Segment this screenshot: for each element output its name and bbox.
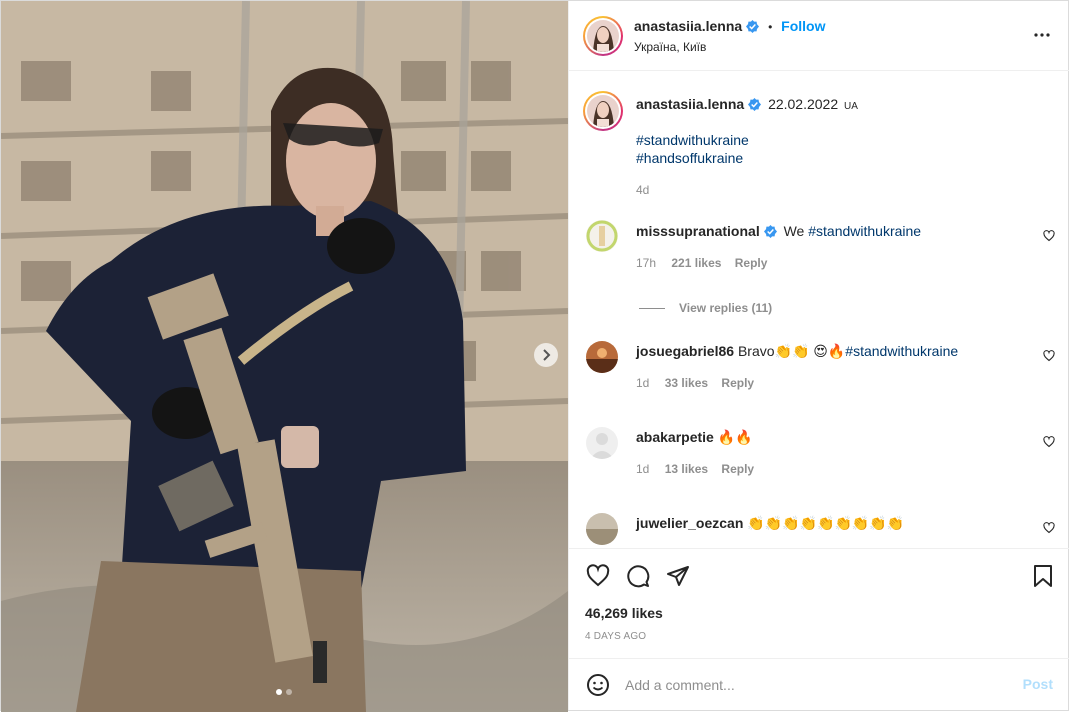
comments-list[interactable]: anastasiia.lenna 22.02.2022 UA #standwit… — [569, 72, 1069, 548]
avatar-image — [586, 220, 618, 252]
next-image-button[interactable] — [534, 343, 558, 367]
view-replies-label: View replies (11) — [679, 301, 773, 315]
comment-time[interactable]: 17h — [636, 256, 656, 270]
view-replies-line — [639, 307, 665, 309]
instagram-post: anastasiia.lenna • Follow Україна, Київ — [0, 0, 1069, 712]
comment-text: Bravo👏👏 😍🔥 — [737, 343, 846, 359]
post-date[interactable]: 4 DAYS AGO — [585, 631, 646, 642]
comment-meta: 1d 33 likes Reply — [636, 376, 754, 390]
avatar-image — [587, 95, 619, 127]
chevron-right-icon — [543, 349, 551, 361]
caption-time[interactable]: 4d — [636, 183, 649, 197]
reply-button[interactable]: Reply — [721, 462, 754, 476]
comment-avatar[interactable] — [586, 220, 618, 252]
follow-button[interactable]: Follow — [781, 18, 825, 34]
post-header: anastasiia.lenna • Follow Україна, Київ — [569, 1, 1069, 71]
carousel-dot — [286, 689, 292, 695]
comment-input[interactable] — [625, 673, 1005, 697]
location-link[interactable]: Україна, Київ — [634, 40, 706, 54]
comment: misssupranational We #standwithukraine — [636, 222, 921, 240]
comment-avatar[interactable] — [586, 513, 618, 545]
post-actions: 46,269 likes 4 DAYS AGO — [569, 548, 1069, 658]
post-comment-button[interactable]: Post — [1023, 676, 1053, 692]
comment-likes[interactable]: 221 likes — [671, 256, 721, 270]
avatar-image — [586, 341, 618, 373]
caption-date: 22.02.2022 — [768, 96, 839, 112]
comment: abakarpetie 🔥🔥 — [636, 428, 753, 446]
post-photo — [1, 1, 568, 712]
comment-hashtag[interactable]: #standwithukraine — [808, 223, 921, 239]
comment-text: We — [783, 223, 809, 239]
heart-icon[interactable] — [1043, 230, 1055, 242]
avatar[interactable] — [583, 16, 623, 56]
comment: juwelier_oezcan 👏👏👏👏👏👏👏👏👏 — [636, 514, 904, 532]
emoji-icon[interactable] — [586, 673, 610, 697]
verified-icon — [746, 20, 760, 33]
carousel-dot-active — [276, 689, 282, 695]
header-separator: • — [768, 20, 773, 34]
likes-count[interactable]: 46,269 likes — [585, 605, 663, 621]
share-icon[interactable] — [666, 564, 690, 588]
comment-username[interactable]: josuegabriel86 — [636, 343, 734, 359]
comment-avatar[interactable] — [586, 427, 618, 459]
comment-username[interactable]: misssupranational — [636, 223, 760, 239]
comment-likes[interactable]: 33 likes — [665, 376, 708, 390]
view-replies-button[interactable]: View replies (11) — [639, 301, 772, 315]
default-avatar-icon — [586, 427, 618, 459]
heart-icon[interactable] — [1043, 350, 1055, 362]
verified-icon — [748, 98, 762, 111]
reply-button[interactable]: Reply — [735, 256, 768, 270]
comment-username[interactable]: abakarpetie — [636, 429, 714, 445]
heart-icon[interactable] — [1043, 436, 1055, 448]
caption-flag: UA — [844, 101, 858, 112]
header-username[interactable]: anastasiia.lenna — [634, 18, 742, 34]
verified-icon — [763, 225, 777, 238]
post-media[interactable] — [1, 1, 568, 712]
add-comment-bar: Post — [569, 658, 1069, 710]
post-panel: anastasiia.lenna • Follow Україна, Київ — [568, 1, 1069, 710]
caption-username[interactable]: anastasiia.lenna — [636, 96, 744, 112]
caption: anastasiia.lenna 22.02.2022 UA — [636, 95, 858, 116]
comment-meta: 1d 13 likes Reply — [636, 462, 754, 476]
caption-hashtag[interactable]: #handsoffukraine — [636, 149, 749, 167]
caption-avatar[interactable] — [583, 91, 623, 131]
comment-text: 🔥🔥 — [717, 429, 753, 445]
comment: josuegabriel86 Bravo👏👏 😍🔥#standwithukrai… — [636, 342, 958, 360]
reply-button[interactable]: Reply — [721, 376, 754, 390]
caption-hashtag[interactable]: #standwithukraine — [636, 131, 749, 149]
comment-text: 👏👏👏👏👏👏👏👏👏 — [747, 515, 905, 531]
comment-icon[interactable] — [626, 564, 650, 588]
comment-hashtag[interactable]: #standwithukraine — [845, 343, 958, 359]
avatar-image — [586, 513, 618, 545]
heart-icon[interactable] — [1043, 522, 1055, 534]
comment-likes[interactable]: 13 likes — [665, 462, 708, 476]
comment-username[interactable]: juwelier_oezcan — [636, 515, 743, 531]
comment-time[interactable]: 1d — [636, 376, 649, 390]
bookmark-icon[interactable] — [1032, 564, 1054, 588]
comment-avatar[interactable] — [586, 341, 618, 373]
carousel-dots — [276, 689, 292, 695]
comment-time[interactable]: 1d — [636, 462, 649, 476]
avatar-image — [587, 20, 619, 52]
comment-meta: 17h 221 likes Reply — [636, 256, 767, 270]
heart-icon[interactable] — [586, 564, 610, 588]
more-icon[interactable] — [1033, 26, 1051, 44]
